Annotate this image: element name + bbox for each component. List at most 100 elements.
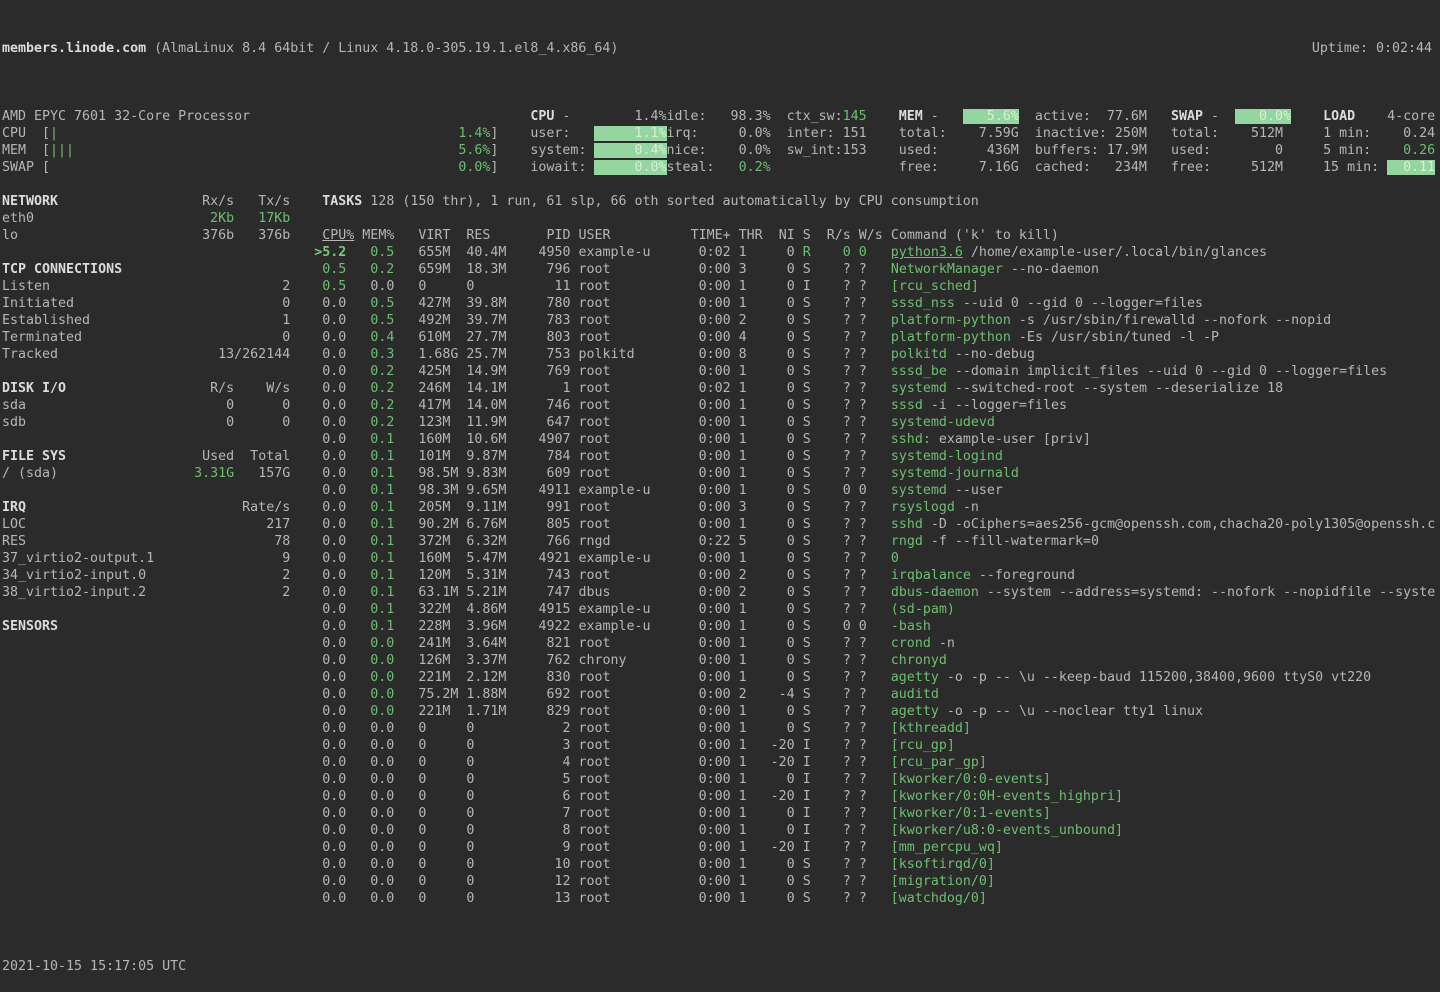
cell-cpu-pct[interactable]: 0.0 bbox=[322, 772, 346, 787]
cell-pid[interactable]: 6 bbox=[514, 789, 570, 804]
cell-nice[interactable]: 0 bbox=[755, 432, 795, 447]
cell-command-args[interactable]: -n bbox=[931, 636, 955, 651]
cell-io-read[interactable]: ? bbox=[811, 500, 851, 515]
cell-cpu-pct[interactable]: 0.0 bbox=[322, 755, 346, 770]
cell-command[interactable]: [kworker/0:0H-events_highpri] bbox=[891, 789, 1123, 804]
cell-io-read[interactable]: ? bbox=[811, 534, 851, 549]
cell-thr[interactable]: 1 bbox=[739, 874, 755, 889]
cell-thr[interactable]: 1 bbox=[739, 636, 755, 651]
cell-io-read[interactable]: ? bbox=[811, 721, 851, 736]
cell-nice[interactable]: 0 bbox=[755, 721, 795, 736]
cell-command[interactable]: irqbalance bbox=[891, 568, 971, 583]
cell-cpu-pct[interactable]: 0.0 bbox=[322, 483, 346, 498]
cell-mem-pct[interactable]: 0.1 bbox=[346, 517, 394, 532]
cell-time[interactable]: 0:00 bbox=[659, 789, 731, 804]
cell-thr[interactable]: 8 bbox=[739, 347, 755, 362]
cell-io-read[interactable]: ? bbox=[811, 806, 851, 821]
cell-time[interactable]: 0:00 bbox=[659, 891, 731, 906]
cell-pid[interactable]: 13 bbox=[514, 891, 570, 906]
cell-res[interactable]: 27.7M bbox=[466, 330, 514, 345]
cell-command[interactable]: crond bbox=[891, 636, 931, 651]
cell-thr[interactable]: 1 bbox=[739, 483, 755, 498]
cell-io-read[interactable]: ? bbox=[811, 568, 851, 583]
cell-virt[interactable]: 0 bbox=[418, 806, 466, 821]
cell-thr[interactable]: 1 bbox=[739, 602, 755, 617]
column-header-io-write[interactable]: W/s bbox=[851, 228, 883, 243]
cell-cpu-pct[interactable]: 0.5 bbox=[322, 279, 346, 294]
cell-user[interactable]: root bbox=[579, 466, 659, 481]
cell-time[interactable]: 0:00 bbox=[659, 806, 731, 821]
cell-state[interactable]: S bbox=[803, 517, 811, 532]
process-row-line[interactable]: 0.0 0.2 425M 14.9M 769 root 0:00 1 0 S ?… bbox=[2, 363, 1440, 380]
cell-time[interactable]: 0:00 bbox=[659, 517, 731, 532]
cell-mem-pct[interactable]: 0.0 bbox=[346, 721, 394, 736]
process-row-line[interactable]: Listen 2 0.5 0.0 0 0 11 root 0:00 1 0 I … bbox=[2, 278, 1440, 295]
cell-state[interactable]: I bbox=[803, 823, 811, 838]
cell-user[interactable]: root bbox=[579, 670, 659, 685]
cell-command[interactable]: [migration/0] bbox=[891, 874, 995, 889]
cell-thr[interactable]: 2 bbox=[739, 313, 755, 328]
cell-thr[interactable]: 1 bbox=[739, 738, 755, 753]
cell-time[interactable]: 0:00 bbox=[659, 313, 731, 328]
cell-io-write[interactable]: ? bbox=[851, 262, 867, 277]
process-row-line[interactable]: 0.0 0.0 221M 1.71M 829 root 0:00 1 0 S ?… bbox=[2, 703, 1440, 720]
cell-nice[interactable]: 0 bbox=[755, 347, 795, 362]
column-header-thr[interactable]: THR bbox=[739, 228, 763, 243]
cell-mem-pct[interactable]: 0.1 bbox=[346, 500, 394, 515]
cell-command[interactable]: polkitd bbox=[891, 347, 947, 362]
cell-res[interactable]: 6.32M bbox=[466, 534, 514, 549]
cell-time[interactable]: 0:00 bbox=[659, 296, 731, 311]
cell-virt[interactable]: 0 bbox=[418, 772, 466, 787]
cell-io-read[interactable]: ? bbox=[811, 296, 851, 311]
cell-cpu-pct[interactable]: 0.0 bbox=[322, 636, 346, 651]
cell-io-write[interactable]: 0 bbox=[851, 483, 867, 498]
cell-cpu-pct[interactable]: 0.0 bbox=[322, 823, 346, 838]
cell-nice[interactable]: 0 bbox=[755, 364, 795, 379]
cell-time[interactable]: 0:00 bbox=[659, 551, 731, 566]
cell-user[interactable]: root bbox=[579, 891, 659, 906]
process-row-line[interactable]: 0.0 0.0 126M 3.37M 762 chrony 0:00 1 0 S… bbox=[2, 652, 1440, 669]
cell-thr[interactable]: 4 bbox=[739, 330, 755, 345]
cell-user[interactable]: example-u bbox=[579, 245, 659, 260]
cell-io-read[interactable]: ? bbox=[811, 874, 851, 889]
cell-command[interactable]: [kworker/u8:0-events_unbound] bbox=[891, 823, 1123, 838]
cell-io-read[interactable]: ? bbox=[811, 517, 851, 532]
cell-res[interactable]: 39.8M bbox=[466, 296, 514, 311]
cell-virt[interactable]: 98.5M bbox=[418, 466, 466, 481]
cell-time[interactable]: 0:00 bbox=[659, 704, 731, 719]
cell-command[interactable]: [kthreadd] bbox=[891, 721, 971, 736]
cell-user[interactable]: root bbox=[579, 279, 659, 294]
cell-mem-pct[interactable]: 0.0 bbox=[346, 772, 394, 787]
cell-user[interactable]: root bbox=[579, 364, 659, 379]
cell-pid[interactable]: 11 bbox=[514, 279, 570, 294]
cell-thr[interactable]: 1 bbox=[739, 296, 755, 311]
cell-mem-pct[interactable]: 0.0 bbox=[346, 687, 394, 702]
cell-command[interactable]: NetworkManager bbox=[891, 262, 1003, 277]
cell-time[interactable]: 0:00 bbox=[659, 279, 731, 294]
cell-io-read[interactable]: ? bbox=[811, 347, 851, 362]
cell-res[interactable]: 0 bbox=[466, 279, 514, 294]
cell-res[interactable]: 3.64M bbox=[466, 636, 514, 651]
cell-command[interactable]: 0 bbox=[891, 551, 899, 566]
cell-res[interactable]: 9.83M bbox=[466, 466, 514, 481]
process-row-line[interactable]: sda 0 0 0.0 0.2 417M 14.0M 746 root 0:00… bbox=[2, 397, 1440, 414]
cell-nice[interactable]: 0 bbox=[755, 602, 795, 617]
cell-io-write[interactable]: 0 bbox=[851, 619, 867, 634]
cell-io-write[interactable]: ? bbox=[851, 602, 867, 617]
cell-thr[interactable]: 1 bbox=[739, 449, 755, 464]
cell-user[interactable]: root bbox=[579, 857, 659, 872]
cell-thr[interactable]: 1 bbox=[739, 772, 755, 787]
cell-command[interactable]: systemd-logind bbox=[891, 449, 1003, 464]
cell-command[interactable]: [kworker/0:0-events] bbox=[891, 772, 1051, 787]
cell-io-write[interactable]: ? bbox=[851, 347, 867, 362]
cell-io-write[interactable]: ? bbox=[851, 398, 867, 413]
cell-pid[interactable]: 4911 bbox=[514, 483, 570, 498]
cell-virt[interactable]: 1.68G bbox=[418, 347, 466, 362]
cell-user[interactable]: root bbox=[579, 398, 659, 413]
cell-pid[interactable]: 10 bbox=[514, 857, 570, 872]
cell-pid[interactable]: 4921 bbox=[514, 551, 570, 566]
cell-time[interactable]: 0:00 bbox=[659, 466, 731, 481]
cell-command[interactable]: [kworker/0:1-events] bbox=[891, 806, 1051, 821]
cell-nice[interactable]: -20 bbox=[755, 738, 795, 753]
cell-nice[interactable]: 0 bbox=[755, 568, 795, 583]
